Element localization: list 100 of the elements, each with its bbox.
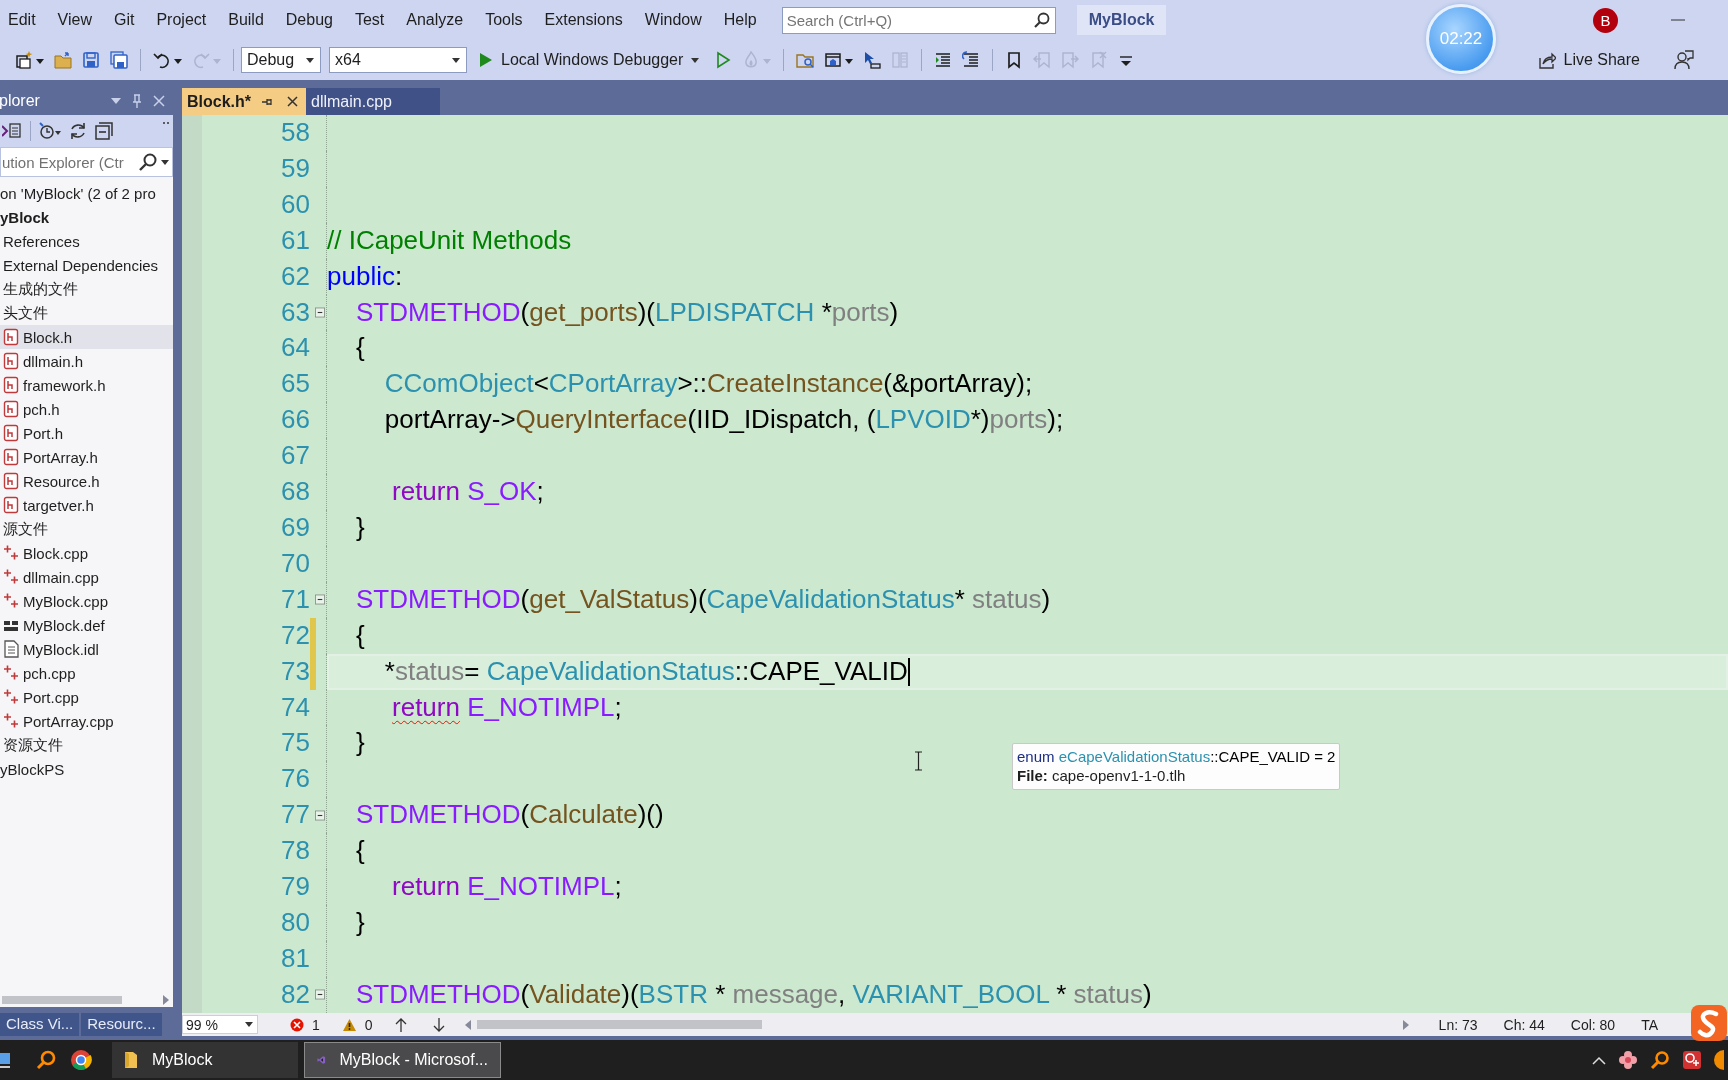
undo-icon[interactable] (153, 51, 182, 69)
folder-icon[interactable] (54, 51, 72, 69)
refresh-icon[interactable] (69, 122, 87, 140)
taskbar-button[interactable]: MyBlock (112, 1042, 298, 1078)
tree-item[interactable]: framework.h (0, 373, 173, 397)
ime-icon[interactable] (1690, 1004, 1728, 1042)
menu-item[interactable]: Test (343, 11, 396, 29)
arrow-down-icon[interactable] (432, 1017, 445, 1032)
tree-item[interactable]: References (0, 229, 173, 253)
file-tab[interactable]: Block.h* (182, 88, 306, 115)
indent-icon[interactable] (934, 51, 953, 69)
menu-item[interactable]: Git (102, 11, 146, 29)
folder-search-icon[interactable] (796, 51, 815, 69)
menu-item[interactable]: View (46, 11, 103, 29)
header-file-icon (3, 328, 19, 346)
search-field[interactable]: ution Explorer (Ctr (0, 147, 173, 177)
search-icon[interactable] (139, 153, 157, 171)
plus-pair-icon (3, 544, 19, 562)
menu-item[interactable]: Extensions (533, 11, 634, 29)
tree-item[interactable]: Port.h (0, 421, 173, 445)
panel-tab[interactable]: Class Vi... (0, 1013, 80, 1036)
menu-item[interactable]: Help (712, 11, 768, 29)
dropdown[interactable]: x64 (329, 47, 467, 73)
tree-item[interactable]: Port.cpp (0, 685, 173, 709)
panel-tab[interactable]: Resourc... (81, 1013, 162, 1036)
tree-item[interactable]: External Dependencies (0, 253, 173, 277)
tree-item[interactable]: PortArray.h (0, 445, 173, 469)
line-number: 68 (280, 475, 310, 509)
start-debugging-button[interactable]: Local Windows Debugger (475, 51, 704, 69)
file-tab[interactable]: dllmain.cpp (306, 88, 440, 115)
tree-item[interactable]: Block.cpp (0, 541, 173, 565)
menu-item[interactable]: Build (217, 11, 275, 29)
scrollbar-thumb[interactable] (476, 1020, 762, 1029)
app-tray-icon[interactable] (1682, 1050, 1702, 1070)
collapse-icon[interactable] (315, 307, 325, 318)
tree-item[interactable]: on 'MyBlock' (2 of 2 pro (0, 181, 173, 205)
save-all-icon[interactable] (110, 51, 128, 69)
switch-views-icon[interactable] (2, 122, 22, 140)
tree-item[interactable]: 生成的文件 (0, 277, 173, 301)
outdent-icon[interactable] (962, 51, 981, 69)
dropdown[interactable]: Debug (241, 47, 321, 73)
close-icon[interactable] (287, 96, 298, 107)
search-icon[interactable] (36, 1050, 56, 1070)
warning-count[interactable]: 0 (364, 1016, 373, 1033)
menu-item[interactable]: Project (145, 11, 218, 29)
tree-item[interactable]: 源文件 (0, 517, 173, 541)
tree-item[interactable]: pch.cpp (0, 661, 173, 685)
browser-icon[interactable] (70, 1049, 92, 1071)
history-icon[interactable] (39, 122, 61, 140)
tree-item[interactable]: targetver.h (0, 493, 173, 517)
code-line: return E_NOTIMPL; (391, 690, 622, 724)
pointer-icon[interactable] (863, 51, 882, 69)
menu-item[interactable]: Analyze (395, 11, 475, 29)
avatar[interactable]: B (1593, 7, 1618, 33)
zoom-dropdown[interactable]: 99 % (182, 1015, 258, 1034)
scroll-right-icon[interactable] (163, 995, 169, 1005)
search-field[interactable]: Search (Ctrl+Q) (781, 6, 1056, 34)
menu-item[interactable]: Edit (0, 11, 47, 29)
tree-item[interactable]: pch.h (0, 397, 173, 421)
pin-icon[interactable] (261, 96, 273, 107)
collapse-icon[interactable] (315, 989, 325, 1001)
tree-item[interactable]: MyBlock.idl (0, 637, 173, 661)
save-icon[interactable] (82, 51, 100, 69)
scroll-left-icon[interactable] (464, 1019, 471, 1030)
new-item-icon[interactable] (15, 51, 44, 69)
arrow-up-icon[interactable] (394, 1017, 407, 1032)
tree-item[interactable]: dllmain.cpp (0, 565, 173, 589)
menu-item[interactable]: Debug (274, 11, 344, 29)
tree-item[interactable]: yBlockPS (0, 757, 173, 781)
feedback-icon[interactable] (1674, 50, 1694, 70)
tree-item[interactable]: MyBlock.def (0, 613, 173, 637)
tree-item[interactable]: PortArray.cpp (0, 709, 173, 733)
tree-item[interactable]: dllmain.h (0, 349, 173, 373)
plus-pair-icon (3, 592, 19, 610)
menu-item[interactable]: Tools (474, 11, 534, 29)
tree-item[interactable]: 头文件 (0, 301, 173, 325)
menu-item[interactable]: Window (633, 11, 713, 29)
live-share-button[interactable]: Live Share (1533, 49, 1644, 71)
tree-item[interactable]: 资源文件 (0, 733, 173, 757)
tree-item[interactable]: yBlock (0, 205, 173, 229)
play-outline-icon[interactable] (714, 51, 733, 69)
chevron-up-icon[interactable] (1592, 1055, 1606, 1065)
scroll-right-icon[interactable] (1402, 1019, 1409, 1030)
tree-item[interactable]: MyBlock.cpp (0, 589, 173, 613)
warning-icon[interactable] (341, 1017, 357, 1032)
error-icon[interactable] (290, 1017, 304, 1032)
search-icon[interactable] (1650, 1050, 1670, 1070)
collapse-icon[interactable] (315, 809, 325, 821)
scrollbar-thumb[interactable] (2, 996, 122, 1004)
tree-item[interactable]: Block.h (0, 325, 173, 349)
taskbar-button[interactable]: MyBlock - Microsof... (304, 1042, 501, 1078)
collapse-icon[interactable] (315, 594, 325, 606)
caret-icon[interactable] (161, 160, 169, 165)
error-count[interactable]: 1 (312, 1016, 320, 1033)
line-number: 76 (280, 762, 310, 796)
flower-icon[interactable] (1618, 1050, 1638, 1070)
search-icon[interactable] (1033, 11, 1050, 28)
tree-item[interactable]: Resource.h (0, 469, 173, 493)
window-icon[interactable] (824, 51, 854, 69)
collapse-all-icon[interactable] (95, 122, 113, 140)
